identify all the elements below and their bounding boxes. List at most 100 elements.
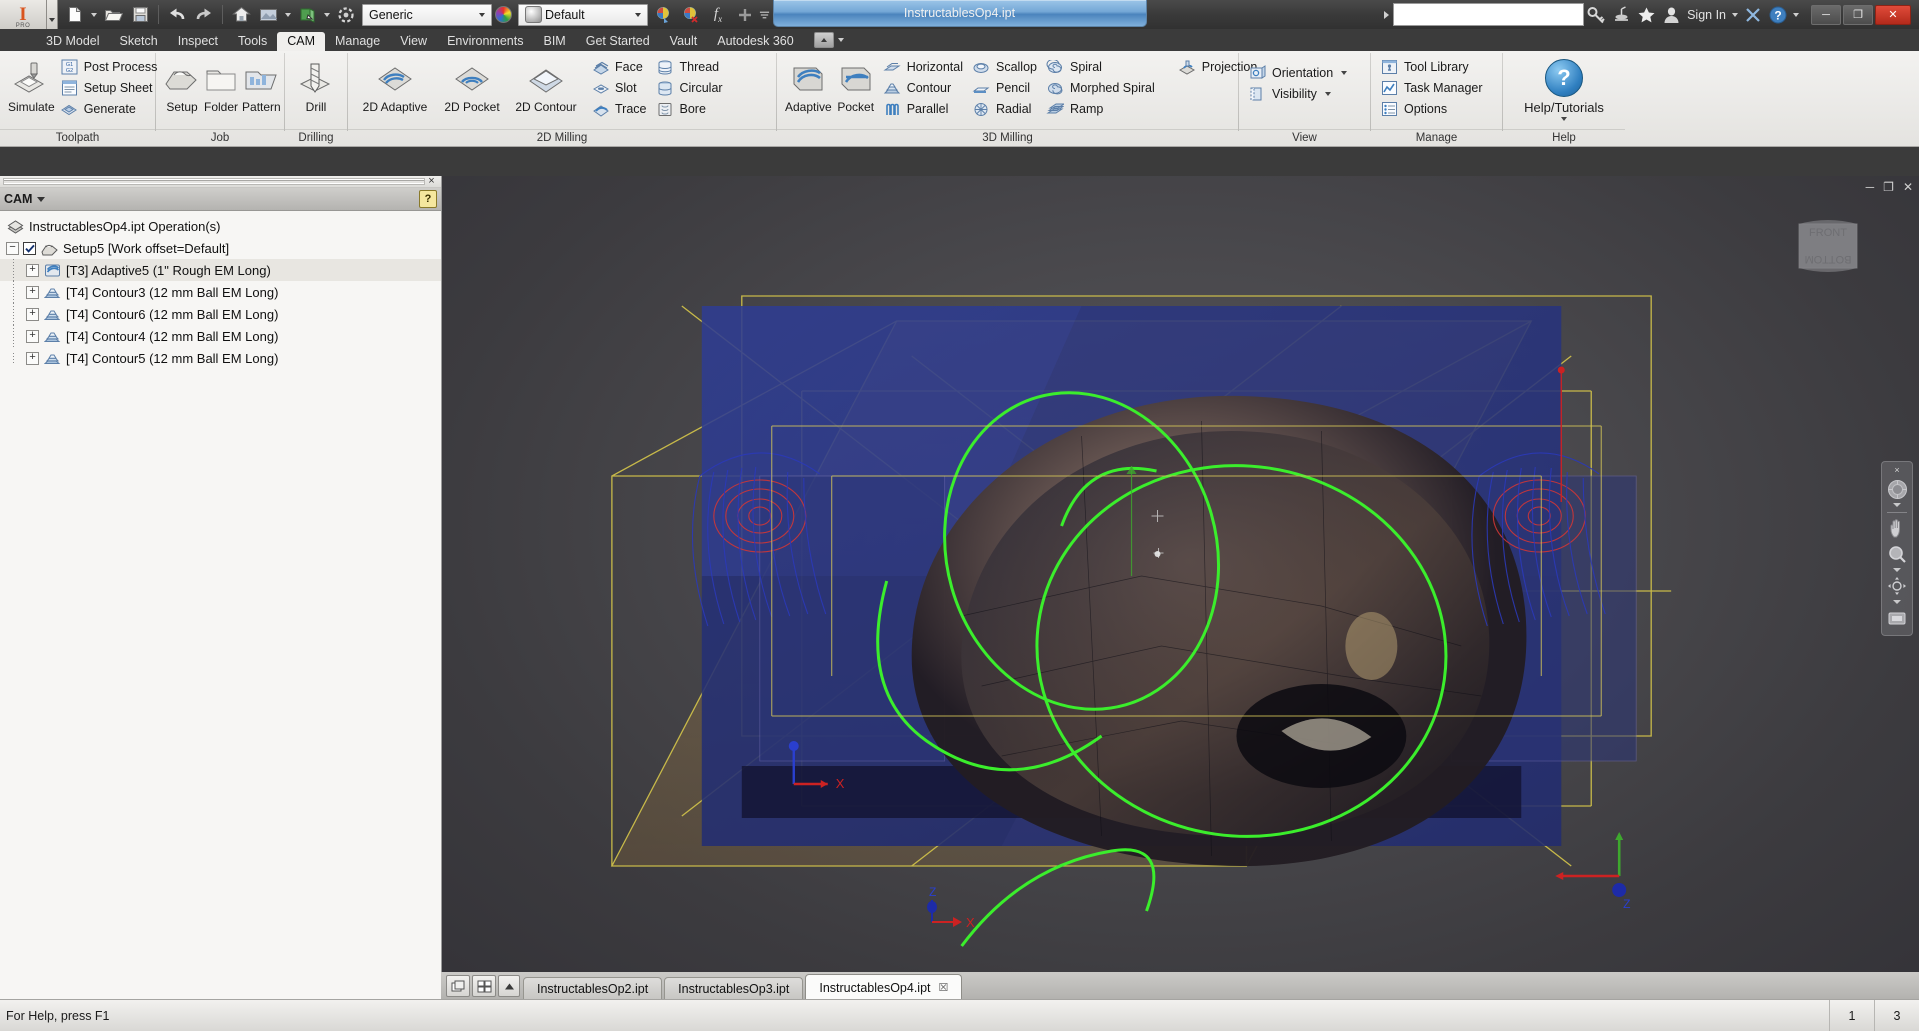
close-icon[interactable]: × — [425, 176, 438, 187]
tab-manage[interactable]: Manage — [325, 32, 390, 51]
sign-in-dropdown[interactable] — [1729, 2, 1740, 27]
search-expand-icon[interactable] — [1380, 6, 1393, 24]
adjust-appearance-icon[interactable] — [651, 2, 677, 27]
expand-toggle[interactable]: + — [26, 329, 39, 343]
steering-wheel-icon[interactable] — [1885, 478, 1909, 500]
application-menu-button[interactable]: I PRO — [0, 0, 47, 29]
ramp-button[interactable]: Ramp — [1043, 99, 1161, 119]
generate-button[interactable]: Generate — [57, 99, 164, 119]
new-icon[interactable] — [61, 2, 87, 27]
spiral-button[interactable]: Spiral — [1043, 57, 1161, 77]
tab-bim[interactable]: BIM — [534, 32, 576, 51]
pane-drag-handle[interactable]: × — [0, 176, 441, 188]
collapse-toggle[interactable]: − — [6, 241, 19, 255]
drill-button[interactable]: Drill — [291, 55, 341, 116]
key-icon[interactable] — [1584, 2, 1609, 27]
parallel-button[interactable]: Parallel — [880, 99, 969, 119]
tree-node-contour3[interactable]: + [T4] Contour3 (12 mm Ball EM Long) — [0, 281, 441, 303]
doc-tab-instructablesop2[interactable]: InstructablesOp2.ipt — [523, 977, 663, 1000]
contour-button[interactable]: Contour — [880, 78, 969, 98]
close-button[interactable]: ✕ — [1875, 4, 1911, 25]
tree-node-adaptive5[interactable]: + [T3] Adaptive5 (1" Rough EM Long) — [0, 259, 441, 281]
navbar-close-icon[interactable]: × — [1894, 466, 1899, 475]
expand-toggle[interactable]: + — [26, 285, 39, 299]
application-menu-dropdown[interactable] — [47, 0, 58, 29]
undo-icon[interactable] — [164, 2, 190, 27]
search-input[interactable] — [1393, 3, 1585, 26]
thread-button[interactable]: Thread — [653, 57, 729, 77]
look-at-icon[interactable] — [1885, 607, 1909, 629]
cascade-windows-icon[interactable] — [446, 975, 470, 997]
scallop-button[interactable]: Scallop — [969, 57, 1043, 77]
doc-tab-instructablesop3[interactable]: InstructablesOp3.ipt — [664, 977, 804, 1000]
tab-cam[interactable]: CAM — [277, 32, 325, 51]
sign-in-button[interactable]: Sign In — [1684, 8, 1729, 22]
radial-button[interactable]: Radial — [969, 99, 1043, 119]
help-tutorials-button[interactable]: ? Help/Tutorials — [1510, 55, 1618, 121]
viewport-close-button[interactable]: ✕ — [1903, 180, 1913, 194]
material-dropdown[interactable] — [321, 2, 332, 27]
tree-node-contour4[interactable]: + [T4] Contour4 (12 mm Ball EM Long) — [0, 325, 441, 347]
bore-button[interactable]: Bore — [653, 99, 729, 119]
chevron-down-icon[interactable] — [37, 196, 46, 202]
chevron-down-icon[interactable] — [1893, 568, 1901, 572]
scroll-tabs-up-icon[interactable] — [498, 975, 520, 997]
setup-checkbox[interactable] — [23, 241, 36, 255]
chevron-down-icon[interactable] — [474, 6, 489, 24]
orbit-icon[interactable] — [1885, 575, 1909, 597]
exchange-apps-icon[interactable] — [1740, 2, 1765, 27]
morphed-spiral-button[interactable]: Morphed Spiral — [1043, 78, 1161, 98]
tree-node-document[interactable]: InstructablesOp4.ipt Operation(s) — [0, 215, 441, 237]
browser-help-icon[interactable]: ? — [419, 190, 437, 208]
simulate-button[interactable]: Simulate — [6, 55, 57, 116]
viewport-minimize-button[interactable]: ─ — [1866, 180, 1875, 194]
zoom-icon[interactable] — [1885, 543, 1909, 565]
horizontal-button[interactable]: Horizontal — [880, 57, 969, 77]
open-icon[interactable] — [100, 2, 126, 27]
new-dropdown[interactable] — [88, 2, 99, 27]
chevron-down-icon[interactable] — [1893, 600, 1901, 604]
restore-button[interactable]: ❐ — [1843, 4, 1873, 25]
appearance-combo[interactable]: Default — [518, 3, 648, 26]
help-topics-icon[interactable]: ? — [1765, 2, 1790, 27]
tab-get-started[interactable]: Get Started — [576, 32, 660, 51]
tool-library-button[interactable]: Tool Library — [1377, 57, 1489, 77]
post-process-button[interactable]: G1 G2 Post Process — [57, 57, 164, 77]
appearance-icon[interactable] — [255, 2, 281, 27]
tab-3d-model[interactable]: 3D Model — [36, 32, 110, 51]
setup-sheet-button[interactable]: Setup Sheet — [57, 78, 164, 98]
save-icon[interactable] — [127, 2, 153, 27]
task-manager-button[interactable]: Task Manager — [1377, 78, 1489, 98]
parameters-icon[interactable]: fx — [705, 2, 731, 27]
viewport-restore-button[interactable]: ❐ — [1883, 180, 1894, 194]
clear-appearance-icon[interactable] — [678, 2, 704, 27]
chevron-down-icon[interactable] — [1893, 503, 1901, 507]
view-cube[interactable]: FRONT BOTTOM — [1785, 206, 1871, 292]
slot-button[interactable]: Slot — [588, 78, 653, 98]
chevron-down-icon[interactable] — [630, 6, 645, 24]
pan-icon[interactable] — [1885, 518, 1909, 540]
pencil-button[interactable]: Pencil — [969, 78, 1043, 98]
folder-button[interactable]: Folder — [202, 55, 240, 116]
orientation-button[interactable]: Orientation — [1245, 63, 1353, 83]
tab-tools[interactable]: Tools — [228, 32, 277, 51]
material-swatch-icon[interactable] — [495, 6, 512, 23]
material-icon[interactable] — [294, 2, 320, 27]
options-button[interactable]: Options — [1377, 99, 1489, 119]
tab-autodesk-360[interactable]: Autodesk 360 — [707, 32, 803, 51]
add-to-toolbar-icon[interactable] — [732, 2, 758, 27]
tab-environments[interactable]: Environments — [437, 32, 533, 51]
tab-vault[interactable]: Vault — [660, 32, 708, 51]
update-icon[interactable] — [333, 2, 359, 27]
setup-button[interactable]: Setup — [162, 55, 202, 116]
expand-toggle[interactable]: + — [26, 307, 39, 321]
close-icon[interactable]: ☒ — [939, 981, 949, 994]
pocket-3d-button[interactable]: Pocket — [834, 55, 878, 116]
redo-icon[interactable] — [191, 2, 217, 27]
3d-viewport[interactable]: ─ ❐ ✕ X Z Z X FRONT BOTTOM × — [442, 176, 1919, 1000]
tree-node-contour5[interactable]: + [T4] Contour5 (12 mm Ball EM Long) — [0, 347, 441, 369]
trace-button[interactable]: Trace — [588, 99, 653, 119]
minimize-button[interactable]: ─ — [1811, 4, 1841, 25]
tree-node-contour6[interactable]: + [T4] Contour6 (12 mm Ball EM Long) — [0, 303, 441, 325]
tab-inspect[interactable]: Inspect — [168, 32, 228, 51]
